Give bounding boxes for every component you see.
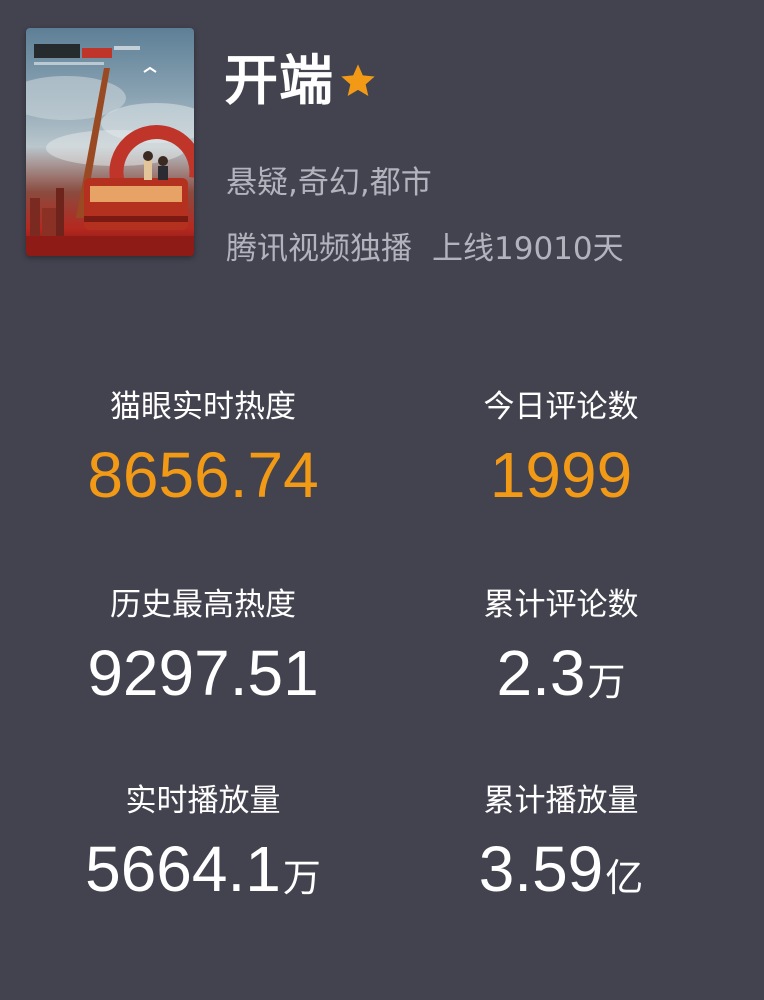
stat-label: 累计评论数	[483, 587, 639, 623]
show-genres: 悬疑,奇幻,都市	[226, 165, 432, 201]
show-header: 开端 悬疑,奇幻,都市 腾讯视频独播 上线19010天	[26, 28, 746, 265]
stat-number: 3.59	[478, 833, 604, 905]
poster-image[interactable]	[26, 28, 194, 256]
stat-value: 3.59亿	[370, 837, 752, 901]
stat-label: 实时播放量	[125, 783, 281, 819]
stat-value: 8656.74	[12, 443, 394, 507]
stat-unit: 万	[282, 856, 321, 900]
stat-realtime-heat: 猫眼实时热度 8656.74	[12, 389, 394, 508]
stat-unit: 万	[587, 660, 626, 704]
online-days-label: 上线19010天	[432, 231, 624, 267]
stat-realtime-plays: 实时播放量 5664.1万	[12, 783, 394, 902]
star-icon	[341, 64, 375, 96]
stat-label: 历史最高热度	[110, 587, 296, 623]
stat-value: 2.3万	[370, 641, 752, 705]
stat-unit: 亿	[605, 856, 644, 900]
show-meta: 腾讯视频独播 上线19010天	[226, 234, 624, 265]
stat-label: 今日评论数	[483, 389, 639, 425]
stat-number: 2.3	[496, 637, 586, 709]
stat-value: 1999	[370, 443, 752, 507]
show-title: 开端	[224, 49, 334, 112]
title-row: 开端	[224, 46, 378, 116]
stat-label: 累计播放量	[483, 783, 639, 819]
platform-label: 腾讯视频独播	[226, 231, 412, 267]
stat-today-comments: 今日评论数 1999	[370, 389, 752, 508]
stat-number: 5664.1	[85, 833, 281, 905]
stat-label: 猫眼实时热度	[110, 389, 296, 425]
stat-history-max-heat: 历史最高热度 9297.51	[12, 587, 394, 706]
stat-total-comments: 累计评论数 2.3万	[370, 587, 752, 706]
stat-value: 5664.1万	[12, 837, 394, 901]
stat-value: 9297.51	[12, 641, 394, 705]
stat-number: 8656.74	[87, 439, 319, 511]
stat-number: 9297.51	[87, 637, 319, 709]
stat-total-plays: 累计播放量 3.59亿	[370, 783, 752, 902]
stat-number: 1999	[489, 439, 633, 511]
